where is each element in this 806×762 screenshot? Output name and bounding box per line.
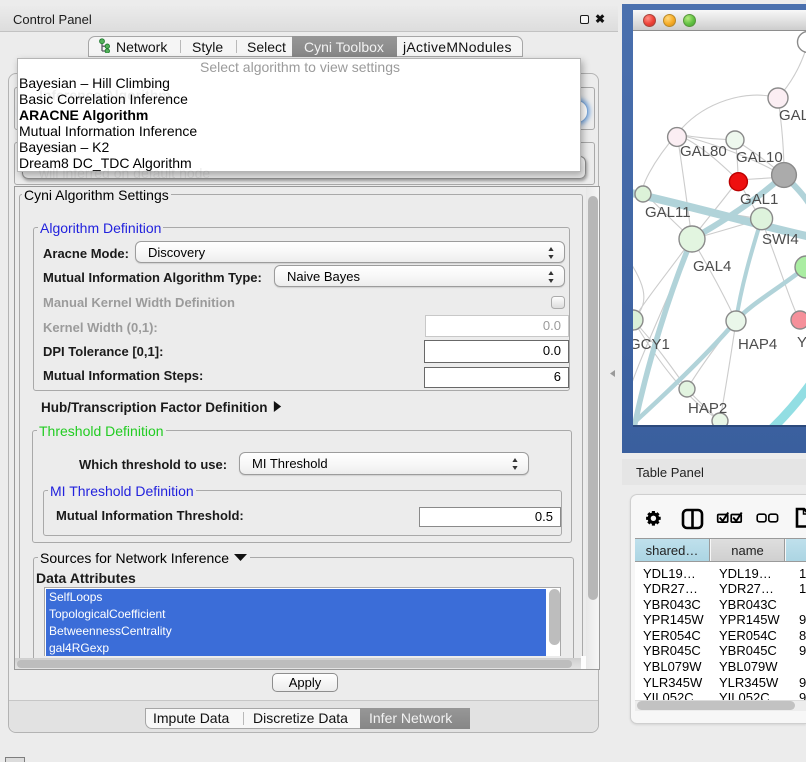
svg-text:GAL1: GAL1: [740, 191, 778, 208]
svg-text:GAL80: GAL80: [680, 143, 727, 160]
svg-text:SWI4: SWI4: [762, 231, 799, 248]
svg-text:GAL11: GAL11: [645, 204, 691, 221]
svg-text:GAL4: GAL4: [693, 258, 731, 275]
svg-text:GAL10: GAL10: [736, 149, 783, 166]
svg-text:YJL0: YJL0: [797, 334, 806, 351]
svg-text:GAL7: GAL7: [779, 107, 806, 124]
svg-text:HAP2: HAP2: [688, 400, 727, 417]
svg-text:HAP4: HAP4: [738, 336, 777, 353]
svg-text:GCY1: GCY1: [633, 336, 670, 353]
